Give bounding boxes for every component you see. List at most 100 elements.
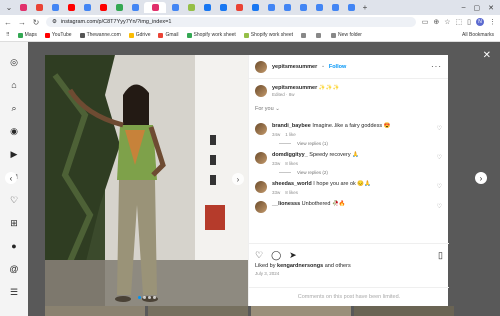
comment-like-icon[interactable]: ♡ <box>437 183 442 190</box>
bookmark-item[interactable]: Maps <box>17 32 37 38</box>
browser-tab[interactable] <box>96 2 110 13</box>
browser-tab[interactable] <box>296 2 310 13</box>
more-options-icon[interactable]: ··· <box>431 62 442 71</box>
like-icon[interactable]: ♡ <box>255 250 263 261</box>
post-photo[interactable]: › <box>45 55 248 306</box>
more-menu-icon[interactable]: ☰ <box>8 286 20 298</box>
menu-icon[interactable]: ⋮ <box>489 18 496 26</box>
browser-tab[interactable] <box>216 2 230 13</box>
search-icon[interactable]: ⌕ <box>8 102 20 114</box>
maximize-icon[interactable]: ▢ <box>474 4 481 12</box>
browser-tab[interactable] <box>168 2 182 13</box>
notifications-icon[interactable]: ♡ <box>8 194 20 206</box>
commenter-avatar[interactable] <box>255 123 267 135</box>
follow-button[interactable]: Follow <box>329 64 346 70</box>
share-icon[interactable]: ➤ <box>289 250 297 261</box>
browser-tab[interactable] <box>248 2 262 13</box>
browser-tab[interactable] <box>264 2 278 13</box>
tab-search-icon[interactable]: ⌄ <box>4 3 14 12</box>
new-tab-button[interactable]: + <box>360 3 370 12</box>
prev-post-icon[interactable]: ‹ <box>5 172 17 184</box>
browser-tab[interactable] <box>280 2 294 13</box>
close-window-icon[interactable]: ✕ <box>488 4 494 12</box>
sidepanel-icon[interactable]: ▯ <box>467 18 471 26</box>
browser-tab[interactable] <box>328 2 342 13</box>
next-post-icon[interactable]: › <box>475 172 487 184</box>
url-input[interactable]: ⚙ instagram.com/p/C8T7Yyy7Yn/?img_index=… <box>46 17 416 27</box>
more-post-thumbnail[interactable] <box>354 306 454 316</box>
comment-like-icon[interactable]: ♡ <box>437 203 442 210</box>
bookmark-item[interactable]: New folder <box>331 32 362 38</box>
all-bookmarks-link[interactable]: All Bookmarks <box>462 32 494 38</box>
comment-likes[interactable]: 1 like <box>285 132 296 137</box>
caption-username[interactable]: yepitsmesummer <box>272 85 317 91</box>
more-posts-strip <box>0 306 500 316</box>
threads-icon[interactable]: @ <box>8 263 20 275</box>
commenter-avatar[interactable] <box>255 152 267 164</box>
bookmark-item[interactable]: Shopify work sheet <box>243 32 293 38</box>
caption-avatar[interactable] <box>255 85 267 97</box>
profile-icon[interactable]: ● <box>8 240 20 252</box>
instagram-logo-icon[interactable]: ◎ <box>8 56 20 68</box>
profile-avatar[interactable]: N <box>476 18 484 26</box>
browser-tab[interactable] <box>48 2 62 13</box>
bookmark-item[interactable]: Thewanne.com <box>79 32 121 38</box>
bookmark-item[interactable] <box>301 32 308 38</box>
for-you-dropdown[interactable]: For you ⌄ <box>249 97 448 112</box>
bookmark-item[interactable]: YouTube <box>44 32 72 38</box>
commenter-username[interactable]: sheedas_world <box>272 181 312 187</box>
browser-tab[interactable] <box>184 2 198 13</box>
site-info-icon[interactable]: ⚙ <box>52 19 57 25</box>
create-icon[interactable]: ⊞ <box>8 217 20 229</box>
browser-tab[interactable] <box>80 2 94 13</box>
bookmark-item[interactable] <box>316 32 323 38</box>
browser-tab[interactable] <box>32 2 46 13</box>
more-post-thumbnail[interactable] <box>148 306 248 316</box>
browser-tab[interactable] <box>144 2 166 13</box>
browser-tab[interactable] <box>128 2 142 13</box>
comment-likes[interactable]: 8 likes <box>285 190 298 195</box>
apps-icon[interactable]: ⠿ <box>6 32 10 38</box>
reload-icon[interactable]: ↻ <box>32 18 40 27</box>
browser-tab[interactable] <box>16 2 30 13</box>
view-replies-link[interactable]: View replies (2) <box>249 170 448 175</box>
browser-tab[interactable] <box>312 2 326 13</box>
commenter-avatar[interactable] <box>255 201 267 213</box>
comment-like-icon[interactable]: ♡ <box>437 154 442 161</box>
bookmark-item[interactable]: Gmail <box>158 32 179 38</box>
more-post-thumbnail[interactable] <box>251 306 351 316</box>
save-icon[interactable]: ▯ <box>438 250 443 261</box>
browser-tab[interactable] <box>200 2 214 13</box>
comment-like-icon[interactable]: ♡ <box>437 125 442 132</box>
view-replies-link[interactable]: View replies (1) <box>249 141 448 146</box>
browser-tab[interactable] <box>64 2 78 13</box>
zoom-icon[interactable]: ⊕ <box>433 18 439 26</box>
browser-tab[interactable] <box>112 2 126 13</box>
minimize-icon[interactable]: – <box>462 4 466 12</box>
browser-tab[interactable] <box>232 2 246 13</box>
carousel-next-icon[interactable]: › <box>232 173 244 185</box>
forward-icon[interactable]: → <box>18 18 26 27</box>
commenter-avatar[interactable] <box>255 181 267 193</box>
back-icon[interactable]: ← <box>4 18 12 27</box>
browser-tab[interactable] <box>344 2 358 13</box>
extensions-icon[interactable]: ⬚ <box>456 18 463 26</box>
commenter-username[interactable]: __lionesss <box>272 201 300 207</box>
reels-icon[interactable]: ▶ <box>8 148 20 160</box>
comment-icon[interactable]: ◯ <box>271 250 281 261</box>
author-avatar[interactable] <box>255 60 267 73</box>
cast-icon[interactable]: ▭ <box>422 18 429 26</box>
liked-by-user[interactable]: kengardnersongs <box>277 263 323 269</box>
explore-icon[interactable]: ◉ <box>8 125 20 137</box>
bookmark-item[interactable]: Gdrive <box>128 32 150 38</box>
liked-by-suffix[interactable]: and others <box>323 263 351 269</box>
home-icon[interactable]: ⌂ <box>8 79 20 91</box>
commenter-username[interactable]: brandi_baybee <box>272 123 311 129</box>
close-modal-icon[interactable]: ✕ <box>483 50 491 61</box>
author-username[interactable]: yepitsmesummer <box>272 64 317 70</box>
bookmark-star-icon[interactable]: ☆ <box>444 18 450 26</box>
comment-likes[interactable]: 8 likes <box>285 161 298 166</box>
commenter-username[interactable]: domdiggityy_ <box>272 152 308 158</box>
more-post-thumbnail[interactable] <box>45 306 145 316</box>
bookmark-item[interactable]: Shopify work sheet <box>186 32 236 38</box>
